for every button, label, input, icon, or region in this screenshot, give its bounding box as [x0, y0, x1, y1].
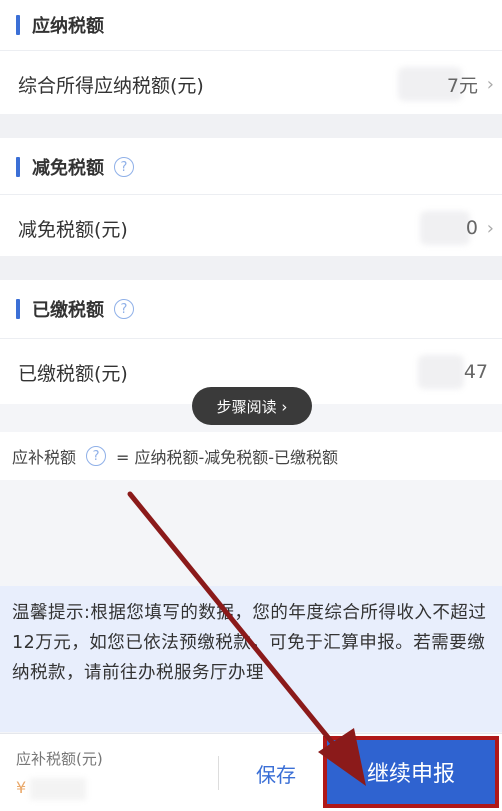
continue-declare-button[interactable]: 继续申报: [323, 736, 499, 808]
section-accent-bar: [16, 157, 20, 177]
payable-header: 应纳税额: [0, 0, 502, 50]
reduction-section: 减免税额 ? 减免税额(元) 0 ›: [0, 138, 502, 256]
help-circle-icon[interactable]: ?: [86, 446, 107, 466]
payable-row-label: 综合所得应纳税额(元): [18, 74, 204, 97]
paid-title: 已缴税额: [32, 300, 104, 321]
paid-row-value: 47: [463, 361, 488, 383]
footer-divider: [218, 756, 219, 790]
formula-expression: = 应纳税额-减免税额-已缴税额: [116, 448, 339, 467]
reduction-row[interactable]: 减免税额(元) 0 ›: [0, 198, 502, 258]
help-circle-icon[interactable]: ?: [114, 157, 134, 177]
reduction-title: 减免税额: [32, 158, 104, 179]
help-circle-icon[interactable]: ?: [114, 299, 134, 319]
paid-section: 已缴税额 ? 已缴税额(元) 47: [0, 280, 502, 404]
payable-section: 应纳税额 综合所得应纳税额(元) 7元 ›: [0, 0, 502, 114]
divider: [0, 338, 502, 339]
footer-amount-label: 应补税额(元): [16, 750, 103, 768]
chevron-right-icon: ›: [486, 73, 494, 95]
save-button[interactable]: 保存: [244, 756, 308, 790]
step-reading-toast[interactable]: 步骤阅读 ›: [192, 387, 312, 425]
blank-area: [0, 480, 502, 586]
redacted-value: [418, 355, 464, 389]
section-accent-bar: [16, 15, 20, 35]
redacted-value: [420, 211, 470, 245]
section-gap: [0, 114, 502, 138]
payable-title: 应纳税额: [32, 16, 104, 37]
reduction-row-value: 0: [465, 217, 478, 239]
formula-label: 应补税额: [12, 448, 77, 467]
divider: [0, 194, 502, 195]
reduction-row-label: 减免税额(元): [18, 218, 128, 241]
payable-row[interactable]: 综合所得应纳税额(元) 7元 ›: [0, 54, 502, 114]
reduction-header: 减免税额 ?: [0, 142, 502, 192]
section-gap: [0, 256, 502, 280]
chevron-right-icon: ›: [486, 217, 494, 239]
tip-box: 温馨提示:根据您填写的数据，您的年度综合所得收入不超过12万元，如您已依法预缴税…: [0, 586, 502, 732]
redacted-amount: [30, 778, 86, 800]
payable-row-value: 7元: [446, 74, 478, 97]
paid-header: 已缴税额 ?: [0, 284, 502, 334]
paid-row-label: 已缴税额(元): [18, 362, 128, 385]
section-accent-bar: [16, 299, 20, 319]
footer-amount-value: ¥: [16, 778, 27, 797]
divider: [0, 50, 502, 51]
formula-row: 应补税额 ? = 应纳税额-减免税额-已缴税额: [0, 432, 502, 480]
